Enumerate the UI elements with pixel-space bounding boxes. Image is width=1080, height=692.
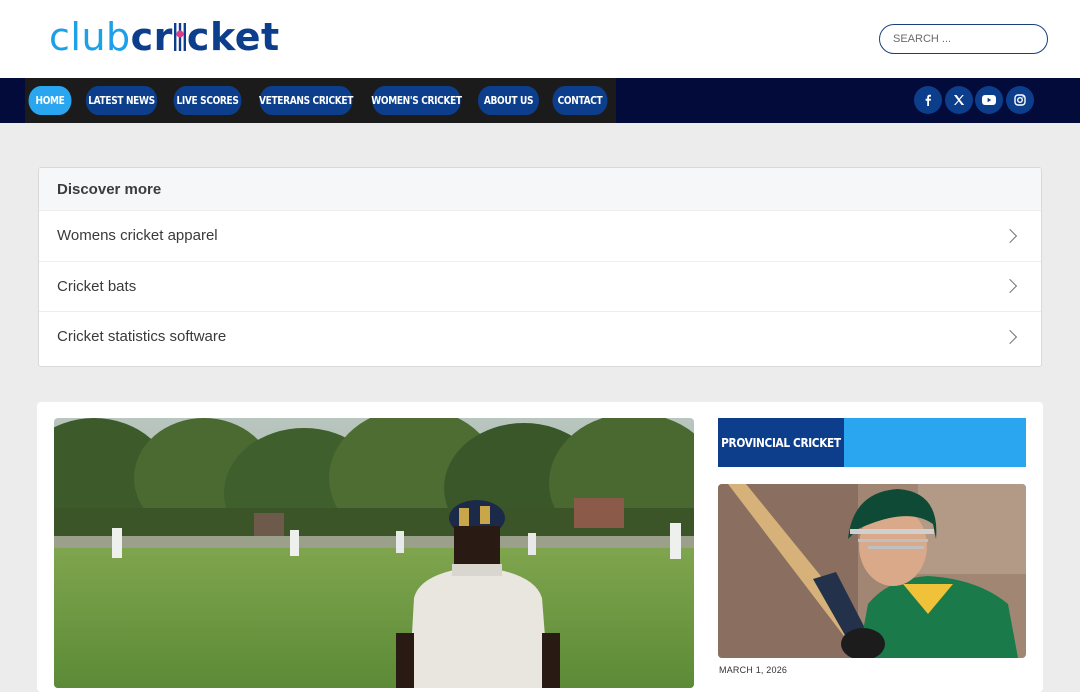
discover-more-title: Discover more xyxy=(39,168,1041,210)
site-header: club cr cket xyxy=(0,0,1080,78)
nav-about-us[interactable]: ABOUT US xyxy=(477,86,540,115)
category-tag-label: PROVINCIAL CRICKET xyxy=(721,435,841,450)
discover-item[interactable]: Cricket bats xyxy=(39,260,1041,312)
chevron-right-icon xyxy=(1002,279,1018,294)
featured-article-image[interactable] xyxy=(54,418,694,688)
sidebar-article-image[interactable] xyxy=(718,484,1026,658)
discover-item-label: Cricket statistics software xyxy=(57,328,227,346)
discover-item-label: Womens cricket apparel xyxy=(57,227,218,245)
post-date: MARCH 1, 2026 xyxy=(719,665,788,675)
nav-contact[interactable]: CONTACT xyxy=(552,86,608,115)
category-tag[interactable]: PROVINCIAL CRICKET xyxy=(718,418,844,467)
logo-text-cket: cket xyxy=(186,15,280,59)
facebook-icon[interactable] xyxy=(914,86,942,114)
nav-live-scores[interactable]: LIVE SCORES xyxy=(173,86,242,115)
nav-veterans-cricket[interactable]: VETERANS CRICKET xyxy=(259,86,353,115)
instagram-icon[interactable] xyxy=(1006,86,1034,114)
chevron-right-icon xyxy=(1002,329,1018,344)
logo-text-cr: cr xyxy=(130,15,173,59)
nav-latest-news[interactable]: LATEST NEWS xyxy=(85,86,158,115)
nav-home[interactable]: HOME xyxy=(28,86,72,115)
x-icon[interactable] xyxy=(945,86,973,114)
logo-text-club: club xyxy=(49,15,131,59)
discover-item[interactable]: Womens cricket apparel xyxy=(39,210,1041,261)
search-input[interactable] xyxy=(879,24,1048,54)
site-logo[interactable]: club cr cket xyxy=(49,14,280,56)
nav-menu: HOME LATEST NEWS LIVE SCORES VETERANS CR… xyxy=(25,78,616,123)
discover-more-panel: Discover more Womens cricket apparel Cri… xyxy=(38,167,1042,367)
logo-stumps-icon xyxy=(173,23,186,51)
discover-item-label: Cricket bats xyxy=(57,277,137,295)
discover-item[interactable]: Cricket statistics software xyxy=(39,311,1041,362)
sidebar-category-header: PROVINCIAL CRICKET xyxy=(718,418,1026,467)
nav-womens-cricket[interactable]: WOMEN'S CRICKET xyxy=(371,86,462,115)
chevron-right-icon xyxy=(1002,228,1018,243)
youtube-icon[interactable] xyxy=(975,86,1003,114)
